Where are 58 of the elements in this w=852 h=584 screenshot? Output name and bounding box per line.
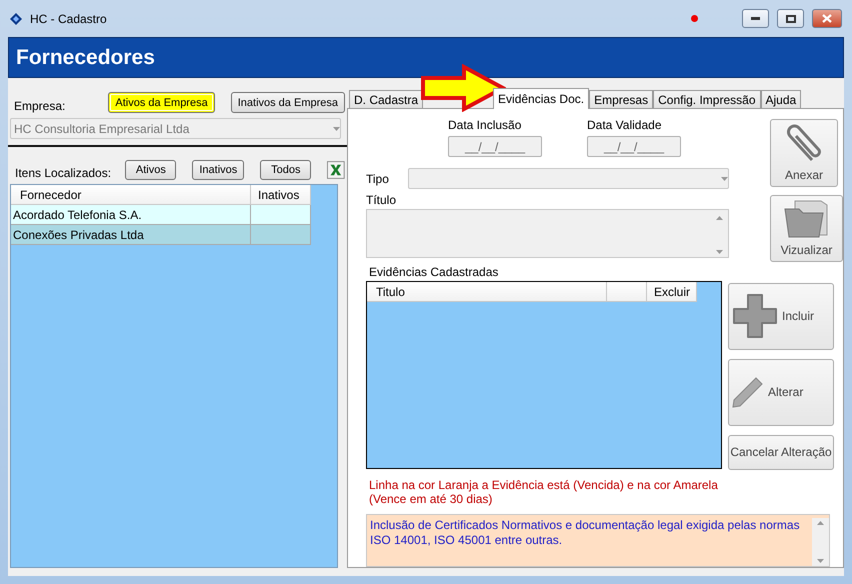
title-field[interactable] — [366, 209, 729, 258]
edit-button[interactable]: Alterar — [728, 359, 834, 426]
page-title: Fornecedores — [16, 46, 155, 70]
table-cell[interactable] — [251, 225, 311, 245]
filter-button[interactable]: Todos — [260, 160, 312, 180]
scroll-up-icon[interactable] — [716, 216, 723, 220]
info-field[interactable]: Inclusão de Certificados Normativos e documentação legal exigida pelas normas ISO 14001, ISO 45001 entre outras. — [366, 514, 830, 567]
filter-button[interactable]: Inativos — [192, 160, 244, 180]
close-button[interactable] — [812, 9, 842, 28]
column-header[interactable]: Titulo — [367, 282, 607, 302]
close-icon — [822, 14, 832, 23]
tab[interactable]: D. Cadastra — [349, 90, 424, 108]
table-cell[interactable] — [251, 205, 311, 225]
field-label: Título — [366, 193, 396, 207]
view-button[interactable]: Vizualizar — [770, 195, 843, 262]
scroll-down-icon[interactable] — [716, 250, 723, 254]
plus-icon — [732, 292, 778, 338]
add-button[interactable]: Incluir — [728, 283, 834, 350]
scroll-up-icon[interactable] — [817, 521, 824, 525]
field-label: Data Validade — [587, 118, 662, 132]
field-label: Empresa: — [14, 99, 66, 113]
window-title: HC - Cadastro — [30, 12, 107, 26]
date-field[interactable]: __/__/____ — [448, 136, 542, 157]
caret-icon[interactable] — [333, 126, 340, 130]
scroll-down-icon[interactable] — [817, 559, 824, 563]
filter-button[interactable]: Ativos — [125, 160, 176, 180]
maximize-button[interactable] — [777, 9, 804, 28]
legend-text: Linha na cor Laranja a Evidência está (Vencida) e na cor Amarela (Vence em até 30 dias) — [369, 478, 719, 506]
column-header[interactable]: Excluir — [647, 282, 697, 302]
minimize-icon — [751, 17, 760, 20]
minimize-button[interactable] — [742, 9, 769, 28]
type-dropdown[interactable] — [408, 168, 729, 189]
field-label: Tipo — [366, 172, 389, 186]
tab[interactable]: Config. Impressão — [653, 90, 760, 108]
column-header[interactable] — [607, 282, 647, 302]
column-header[interactable]: Inativos — [251, 185, 311, 205]
company-dropdown[interactable]: HC Consultoria Empresarial Ltda — [10, 118, 341, 139]
caret-icon[interactable] — [721, 176, 728, 180]
table-cell[interactable]: Acordado Telefonia S.A. — [11, 205, 251, 225]
tab[interactable]: Empresas — [589, 90, 654, 108]
section-label: Evidências Cadastradas — [369, 265, 498, 279]
filter-button[interactable]: Inativos da Empresa — [230, 92, 345, 113]
cancel-button[interactable]: Cancelar Alteração — [728, 435, 834, 470]
table-cell[interactable]: Conexões Privadas Ltda — [11, 225, 251, 245]
date-field[interactable]: __/__/____ — [587, 136, 681, 157]
tab[interactable]: Ajuda — [760, 90, 802, 108]
app-icon — [10, 12, 22, 24]
pencil-icon — [732, 376, 764, 408]
list-label: Itens Localizados: — [15, 166, 112, 180]
maximize-icon — [786, 14, 796, 22]
folder-icon — [782, 199, 830, 239]
filter-button[interactable]: Ativos da Empresa — [108, 92, 215, 113]
spreadsheet-icon[interactable] — [327, 160, 345, 180]
column-header[interactable]: Fornecedor — [11, 185, 251, 205]
attach-button[interactable]: Anexar — [770, 119, 838, 187]
tab[interactable]: Evidências Doc. — [493, 88, 590, 109]
field-label: Data Inclusão — [448, 118, 522, 132]
status-dot-icon — [691, 15, 698, 22]
